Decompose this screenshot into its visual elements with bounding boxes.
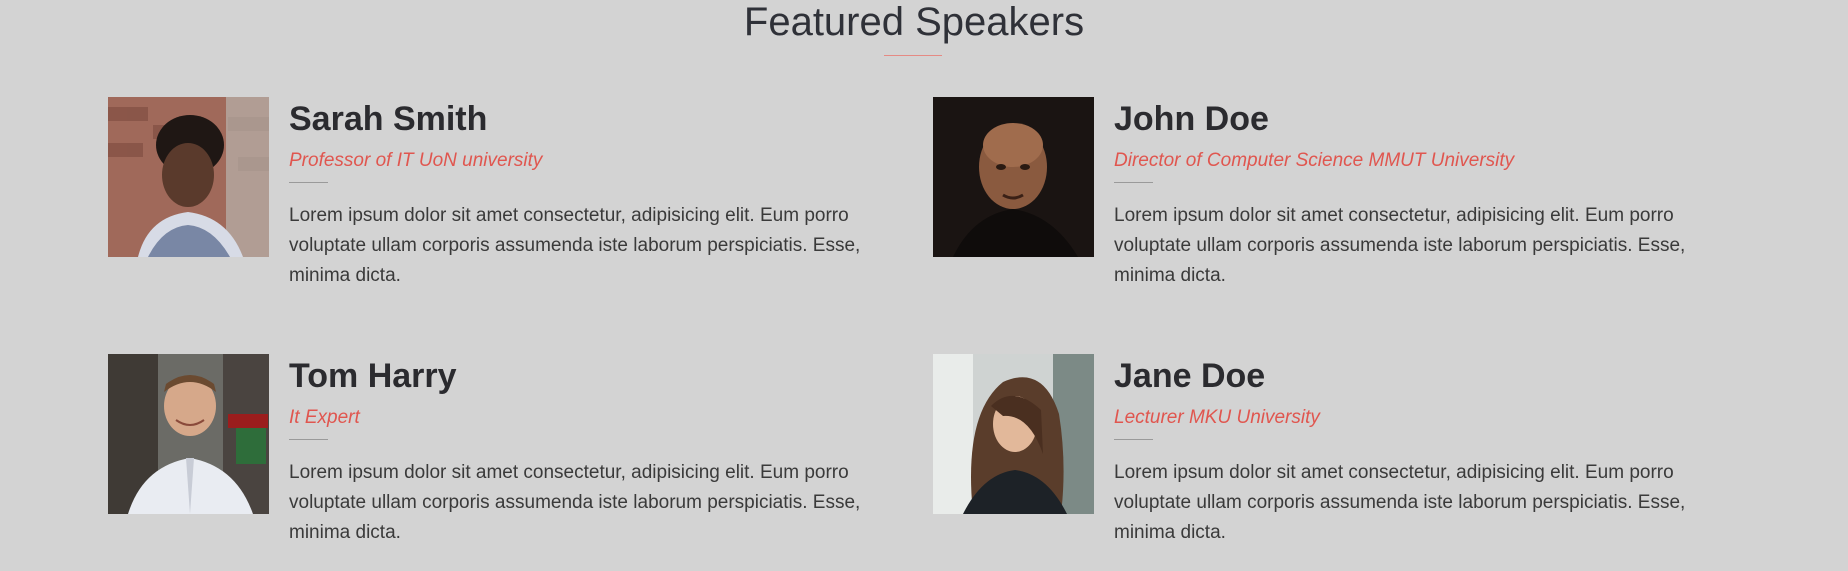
title-divider xyxy=(884,55,942,56)
featured-speakers-section: Featured Speakers Sarah Smith Professor … xyxy=(0,0,1848,571)
speaker-bio: Lorem ipsum dolor sit amet consectetur, … xyxy=(1114,205,1686,286)
role-divider xyxy=(289,439,328,440)
speaker-info: John Doe Director of Computer Science MM… xyxy=(1114,97,1714,291)
role-divider xyxy=(1114,182,1153,183)
speaker-role: It Expert xyxy=(289,407,360,428)
speaker-card: Tom Harry It Expert Lorem ipsum dolor si… xyxy=(108,354,898,554)
speaker-info: Tom Harry It Expert Lorem ipsum dolor si… xyxy=(289,354,889,548)
speaker-role: Professor of IT UoN university xyxy=(289,150,543,171)
speaker-name: Tom Harry xyxy=(289,357,457,395)
speaker-card: Sarah Smith Professor of IT UoN universi… xyxy=(108,97,898,297)
speaker-photo xyxy=(933,354,1094,514)
speaker-card: Jane Doe Lecturer MKU University Lorem i… xyxy=(933,354,1723,554)
speaker-role: Director of Computer Science MMUT Univer… xyxy=(1114,150,1515,171)
speaker-info: Jane Doe Lecturer MKU University Lorem i… xyxy=(1114,354,1714,548)
speaker-card: John Doe Director of Computer Science MM… xyxy=(933,97,1723,297)
role-divider xyxy=(1114,439,1153,440)
speaker-photo xyxy=(108,354,269,514)
speaker-name: John Doe xyxy=(1114,100,1269,138)
speaker-role: Lecturer MKU University xyxy=(1114,407,1320,428)
section-title: Featured Speakers xyxy=(743,0,1085,44)
speaker-bio: Lorem ipsum dolor sit amet consectetur, … xyxy=(289,462,861,543)
speaker-info: Sarah Smith Professor of IT UoN universi… xyxy=(289,97,889,291)
speaker-photo xyxy=(933,97,1094,257)
speaker-bio: Lorem ipsum dolor sit amet consectetur, … xyxy=(289,205,861,286)
speaker-name: Jane Doe xyxy=(1114,357,1266,395)
role-divider xyxy=(289,182,328,183)
speaker-bio: Lorem ipsum dolor sit amet consectetur, … xyxy=(1114,462,1686,543)
speaker-name: Sarah Smith xyxy=(289,100,488,138)
speaker-photo xyxy=(108,97,269,257)
